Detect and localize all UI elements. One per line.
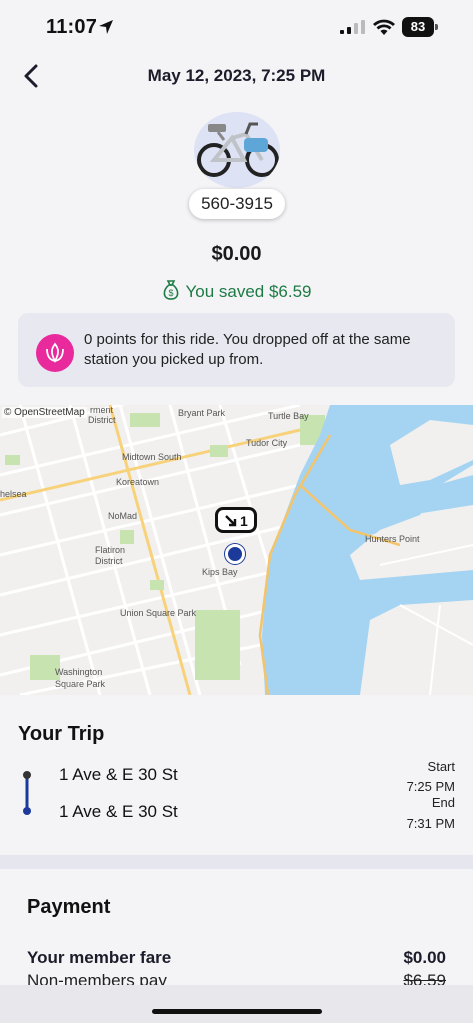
station-marker-count: 1 (240, 513, 248, 529)
map-label: Union Square Park (120, 608, 197, 618)
trip-heading: Your Trip (18, 723, 105, 745)
trip-section: Your Trip 1 Ave & E 30 St 1 Ave & E 30 S… (0, 695, 473, 855)
status-time: 11:07 (46, 16, 98, 38)
home-bar-area (0, 985, 473, 1023)
points-banner: 0 points for this ride. You dropped off … (18, 313, 455, 387)
battery-nub (435, 24, 438, 30)
money-bag-icon: $ (164, 280, 179, 300)
start-station: 1 Ave & E 30 St (59, 765, 178, 784)
map-label: District (88, 415, 116, 425)
map-label: Tudor City (246, 438, 288, 448)
home-indicator[interactable] (152, 1009, 322, 1014)
route-line-icon (23, 771, 31, 815)
battery-indicator: 83 (402, 17, 438, 37)
bike-id: 560-3915 (189, 189, 285, 219)
bike-icon (197, 122, 279, 177)
map-label: Turtle Bay (268, 411, 309, 421)
map-label: Flatiron (95, 545, 126, 555)
svg-text:$: $ (169, 288, 174, 298)
cellular-signal-icon (340, 20, 365, 34)
fare-amount: $0.00 (211, 243, 262, 265)
page-title: May 12, 2023, 7:25 PM (147, 66, 326, 85)
section-divider (0, 855, 473, 869)
bike-image (194, 112, 280, 188)
map-label: Midtown South (122, 452, 182, 462)
map-label: Kips Bay (202, 567, 238, 577)
member-fare-value: $0.00 (403, 948, 446, 967)
map-label: Bryant Park (178, 408, 226, 418)
map-label: rment (90, 405, 114, 415)
battery-level: 83 (402, 17, 434, 37)
end-station: 1 Ave & E 30 St (59, 802, 178, 821)
dropoff-arrow-icon (225, 515, 237, 527)
status-bar: 11:07 83 (0, 0, 473, 56)
savings-text: You saved $6.59 (185, 282, 312, 301)
map-label: helsea (0, 489, 27, 499)
end-time: 7:31 PM (406, 816, 455, 831)
map-label: Koreatown (116, 477, 160, 487)
end-label: End (431, 795, 455, 810)
rewards-icon (36, 334, 74, 372)
points-message: 0 points for this ride. You dropped off … (84, 331, 411, 368)
payment-heading: Payment (27, 896, 111, 918)
location-dot[interactable] (225, 544, 245, 564)
location-arrow-icon (99, 20, 113, 34)
start-time: 7:25 PM (406, 779, 455, 794)
map-label: District (95, 556, 123, 566)
member-fare-label: Your member fare (27, 948, 172, 967)
start-label: Start (427, 759, 455, 774)
map-label: NoMad (108, 511, 138, 521)
wifi-icon (373, 19, 395, 35)
map-attribution[interactable]: © OpenStreetMap (2, 407, 87, 418)
map-label: Washington (55, 667, 103, 677)
map-label: Square Park (55, 679, 106, 689)
savings-row: $ You saved $6.59 (0, 279, 473, 302)
map-label: Hunters Point (365, 534, 420, 544)
station-marker[interactable]: 1 (215, 507, 257, 533)
